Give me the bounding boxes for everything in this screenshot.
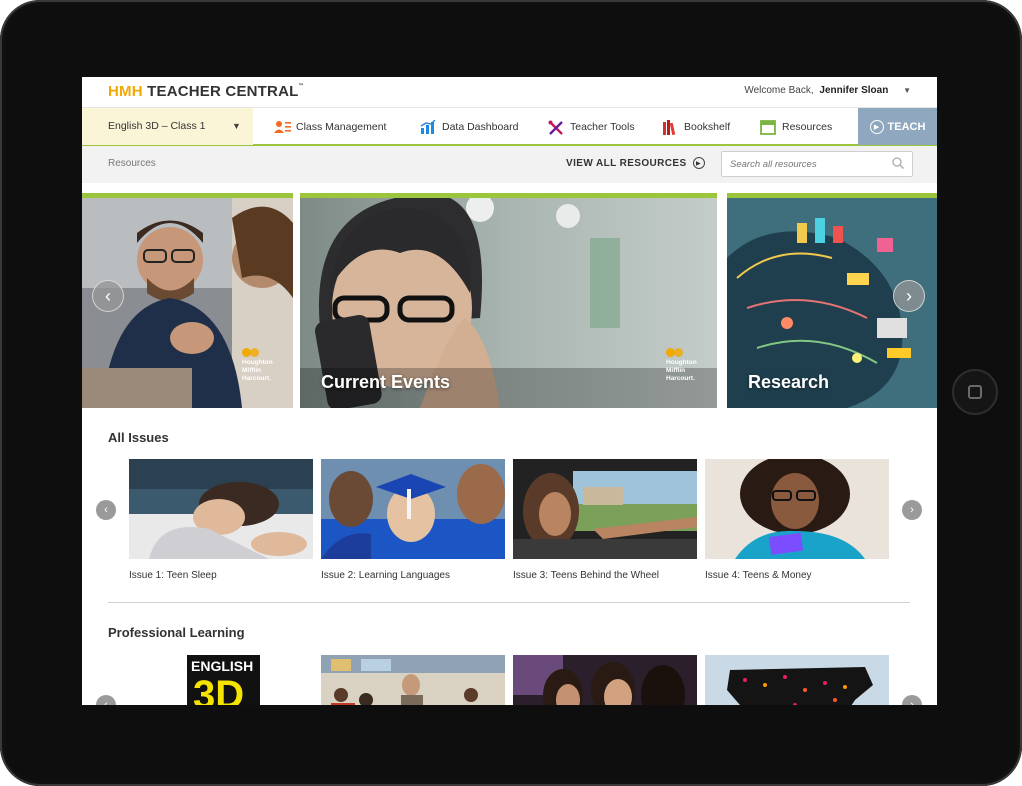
user-menu[interactable]: Welcome Back, Jennifer Sloan ▼ — [744, 85, 911, 96]
chevron-down-icon: ▼ — [232, 121, 241, 131]
welcome-text: Welcome Back, — [744, 85, 814, 96]
hmh-brand-mark: Houghton Mifflin Harcourt. — [666, 348, 697, 383]
search-icon[interactable] — [892, 157, 904, 169]
issue-card-2[interactable]: Issue 2: Learning Languages — [321, 459, 505, 581]
bookshelf-icon — [662, 119, 678, 135]
teach-button[interactable]: ▶ TEACH — [858, 108, 937, 145]
sub-bar: Resources VIEW ALL RESOURCES ▶ — [82, 146, 937, 183]
issue-card-3[interactable]: Issue 3: Teens Behind the Wheel — [513, 459, 697, 581]
pl-card-2[interactable] — [321, 655, 505, 705]
class-select[interactable]: English 3D – Class 1 ▼ — [82, 108, 253, 145]
hero-banner-research[interactable]: Research › — [727, 193, 937, 408]
home-button[interactable] — [952, 369, 998, 415]
nav-class-management[interactable]: Class Management — [274, 108, 386, 145]
issue-card-4[interactable]: Issue 4: Teens & Money — [705, 454, 889, 581]
user-name: Jennifer Sloan — [819, 85, 889, 96]
search-box — [721, 151, 913, 177]
hero-title: Research — [748, 372, 830, 392]
issue-caption: Issue 1: Teen Sleep — [129, 570, 217, 581]
teacher-tools-icon — [548, 120, 564, 135]
hmh-brand-mark: Houghton Mifflin Harcourt. — [242, 348, 273, 383]
caret-down-icon[interactable]: ▼ — [903, 86, 911, 95]
issue-3-thumbnail — [513, 459, 697, 559]
play-circle-icon: ▶ — [869, 119, 884, 134]
main-nav: English 3D – Class 1 ▼ Class Management — [82, 107, 937, 147]
resources-icon — [760, 119, 776, 135]
nav-teacher-tools[interactable]: Teacher Tools — [548, 108, 635, 145]
arrow-circle-right-icon: ▶ — [692, 157, 705, 169]
issue-4-thumbnail — [705, 454, 889, 559]
nav-resources[interactable]: Resources — [751, 108, 843, 147]
hero-banner-1[interactable]: Houghton Mifflin Harcourt. ‹ — [82, 193, 293, 408]
section-divider — [108, 602, 910, 603]
breadcrumb[interactable]: Resources — [108, 158, 156, 169]
issues-prev-arrow-icon[interactable]: ‹ — [96, 500, 116, 520]
pl-card-1[interactable]: ENGLISH 3D — [187, 655, 260, 705]
pl-next-arrow-icon[interactable]: › — [902, 695, 922, 705]
hero-title: Current Events — [321, 372, 451, 392]
english-3d-book-cover: ENGLISH 3D — [187, 655, 260, 705]
students-thumbnail — [513, 655, 697, 705]
pl-prev-arrow-icon[interactable]: ‹ — [96, 695, 116, 705]
issue-caption: Issue 2: Learning Languages — [321, 570, 450, 581]
classroom-thumbnail — [321, 655, 505, 705]
app-screen: HMH TEACHER CENTRAL™ Welcome Back, Jenni… — [82, 77, 937, 705]
issue-card-1[interactable]: Issue 1: Teen Sleep — [129, 459, 313, 581]
top-bar: HMH TEACHER CENTRAL™ Welcome Back, Jenni… — [82, 77, 937, 107]
section-title-all-issues: All Issues — [108, 430, 169, 445]
issue-caption: Issue 3: Teens Behind the Wheel — [513, 570, 660, 581]
nav-bookshelf[interactable]: Bookshelf — [662, 108, 730, 145]
app-logo[interactable]: HMH TEACHER CENTRAL™ — [108, 83, 304, 100]
issue-caption: Issue 4: Teens & Money — [705, 570, 812, 581]
view-all-resources-link[interactable]: VIEW ALL RESOURCES ▶ — [566, 157, 705, 169]
nav-data-dashboard[interactable]: Data Dashboard — [420, 108, 518, 145]
issues-next-arrow-icon[interactable]: › — [902, 500, 922, 520]
pl-card-4[interactable] — [705, 655, 889, 705]
hero-banner-current-events[interactable]: Current Events Houghton Mifflin Harcourt… — [300, 193, 717, 408]
section-title-professional-learning: Professional Learning — [108, 625, 245, 640]
data-dashboard-icon — [420, 119, 436, 134]
hero-next-arrow-icon[interactable]: › — [893, 280, 925, 312]
us-map-thumbnail — [705, 655, 889, 705]
search-input[interactable] — [722, 152, 882, 176]
issue-2-thumbnail — [321, 459, 505, 559]
pl-card-3[interactable] — [513, 655, 697, 705]
class-management-icon — [274, 120, 291, 134]
issue-1-thumbnail — [129, 459, 313, 559]
tablet-frame: HMH TEACHER CENTRAL™ Welcome Back, Jenni… — [0, 0, 1022, 786]
hero-prev-arrow-icon[interactable]: ‹ — [92, 280, 124, 312]
